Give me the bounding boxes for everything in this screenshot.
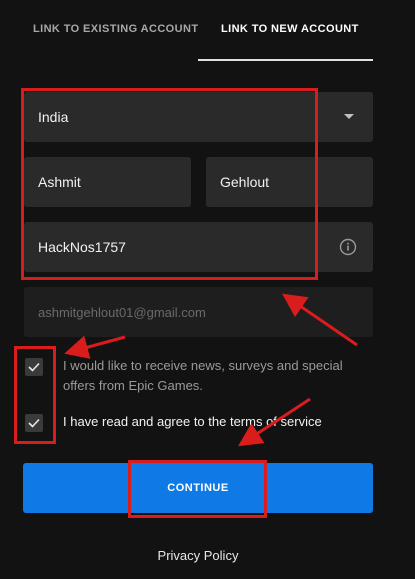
info-icon[interactable] — [339, 238, 357, 256]
email-field: ashmitgehlout01@gmail.com — [24, 287, 373, 337]
terms-of-service-link[interactable]: terms of service — [230, 414, 322, 429]
last-name-value: Gehlout — [220, 174, 270, 190]
country-value: India — [38, 109, 69, 125]
checkmark-icon — [28, 362, 40, 372]
privacy-policy-link[interactable]: Privacy Policy — [0, 548, 396, 563]
tab-link-existing-account[interactable]: LINK TO EXISTING ACCOUNT — [33, 23, 198, 35]
first-name-value: Ashmit — [38, 174, 81, 190]
newsletter-checkbox[interactable] — [25, 358, 43, 376]
terms-label-text: I have read and agree to the — [63, 414, 230, 429]
newsletter-label: I would like to receive news, surveys an… — [63, 358, 343, 393]
last-name-field[interactable]: Gehlout — [206, 157, 373, 207]
checkmark-icon — [28, 418, 40, 428]
arrow-to-checkboxes — [64, 335, 126, 359]
email-value: ashmitgehlout01@gmail.com — [38, 304, 206, 320]
active-tab-indicator — [198, 59, 373, 61]
continue-button[interactable]: CONTINUE — [23, 463, 373, 513]
first-name-field[interactable]: Ashmit — [24, 157, 191, 207]
country-select[interactable]: India — [24, 92, 373, 142]
link-account-page: LINK TO EXISTING ACCOUNT LINK TO NEW ACC… — [0, 0, 415, 579]
display-name-field[interactable]: HackNos1757 — [24, 222, 373, 272]
display-name-value: HackNos1757 — [38, 239, 126, 255]
terms-checkbox[interactable] — [25, 414, 43, 432]
terms-label: I have read and agree to the terms of se… — [63, 412, 322, 432]
chevron-down-icon — [344, 114, 354, 119]
tab-link-new-account[interactable]: LINK TO NEW ACCOUNT — [221, 23, 359, 35]
